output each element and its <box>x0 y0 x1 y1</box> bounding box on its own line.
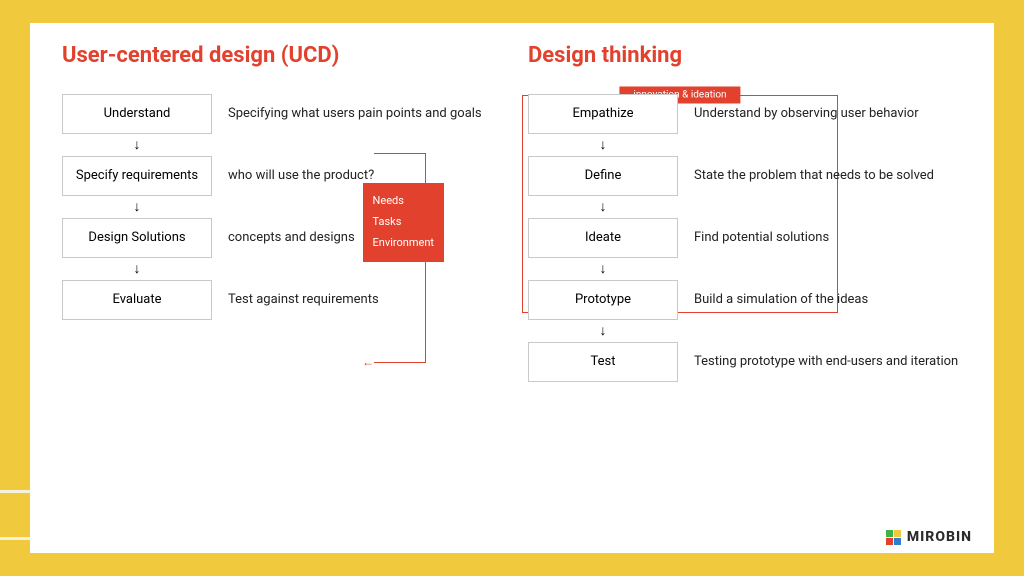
ucd-title: User-centered design (UCD) <box>62 43 496 68</box>
dt-step-define-desc: State the problem that needs to be solve… <box>694 168 962 185</box>
brand-logo: MIROBIN <box>886 529 972 545</box>
needs-line-2: Tasks <box>373 212 434 233</box>
arrow-down-icon: ↓ <box>528 134 678 156</box>
dt-step-ideate: Ideate <box>528 218 678 258</box>
arrow-down-icon: ↓ <box>528 196 678 218</box>
ucd-step-design: Design Solutions <box>62 218 212 258</box>
ucd-step-specify: Specify requirements <box>62 156 212 196</box>
dt-step-prototype: Prototype <box>528 280 678 320</box>
ucd-step-evaluate: Evaluate <box>62 280 212 320</box>
logo-mark-icon <box>886 530 901 545</box>
ucd-column: User-centered design (UCD) Understand Sp… <box>62 43 496 545</box>
ucd-step-understand-desc: Specifying what users pain points and go… <box>228 106 496 123</box>
arrow-down-icon: ↓ <box>62 196 212 218</box>
needs-line-1: Needs <box>373 191 434 212</box>
dt-step-empathize: Empathize <box>528 94 678 134</box>
ucd-step-evaluate-desc: Test against requirements <box>228 292 496 309</box>
arrow-down-icon: ↓ <box>62 258 212 280</box>
slide-canvas: User-centered design (UCD) Understand Sp… <box>30 23 994 553</box>
arrow-down-icon: ↓ <box>528 320 678 342</box>
ucd-step-specify-desc: who will use the product? <box>228 168 496 185</box>
dt-step-prototype-desc: Build a simulation of the ideas <box>694 292 962 309</box>
feedback-arrowhead-icon: ← <box>362 356 374 368</box>
dt-step-empathize-desc: Understand by observing user behavior <box>694 106 962 123</box>
arrow-down-icon: ↓ <box>62 134 212 156</box>
dt-step-test-desc: Testing prototype with end-users and ite… <box>694 354 962 371</box>
dt-title: Design thinking <box>528 43 962 68</box>
dt-step-ideate-desc: Find potential solutions <box>694 230 962 247</box>
brand-text: MIROBIN <box>907 529 972 545</box>
arrow-down-icon: ↓ <box>528 258 678 280</box>
dt-step-define: Define <box>528 156 678 196</box>
feedback-needs-box: Needs Tasks Environment <box>363 183 444 262</box>
dt-column: Design thinking innovation & ideation Em… <box>528 43 962 545</box>
ucd-step-understand: Understand <box>62 94 212 134</box>
dt-step-test: Test <box>528 342 678 382</box>
needs-line-3: Environment <box>373 233 434 254</box>
